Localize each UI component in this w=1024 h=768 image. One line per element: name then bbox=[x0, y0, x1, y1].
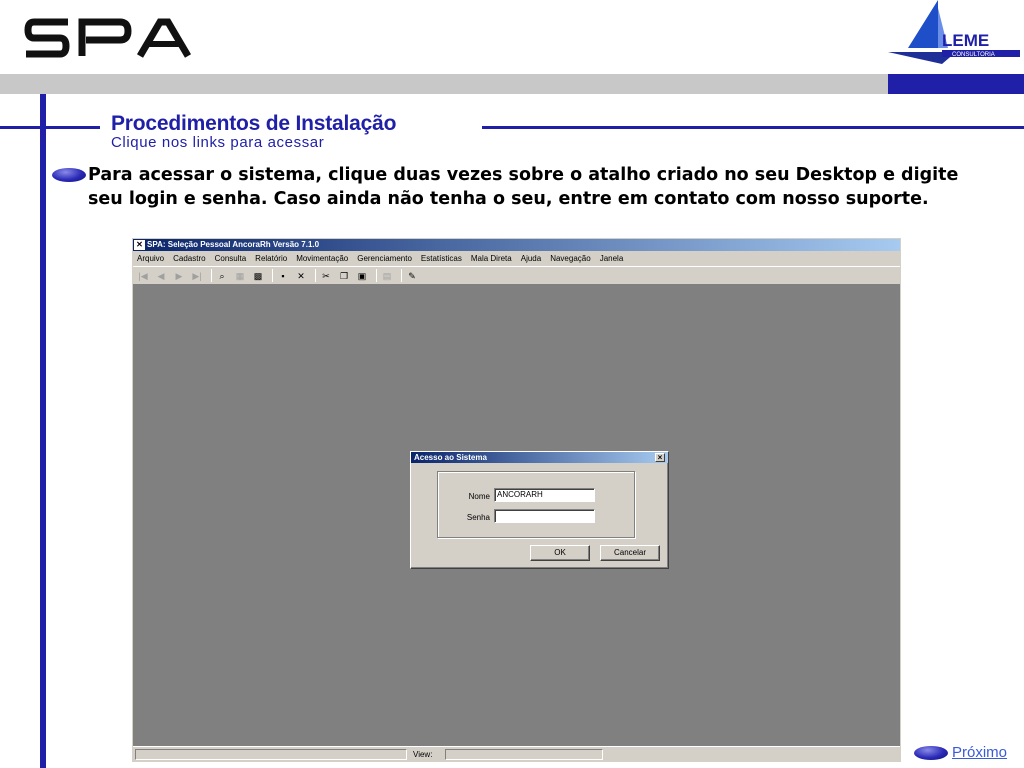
menu-movimentacao[interactable]: Movimentação bbox=[296, 254, 348, 263]
menu-janela[interactable]: Janela bbox=[600, 254, 624, 263]
next-record-icon[interactable]: ▶ bbox=[172, 270, 186, 282]
toolbar-separator bbox=[272, 269, 273, 282]
clear-filter-icon[interactable]: ▩ bbox=[251, 270, 265, 282]
first-record-icon[interactable]: |◀ bbox=[136, 270, 150, 282]
title-rule-left bbox=[0, 126, 100, 129]
login-group-box: Nome ANCORARH Senha bbox=[437, 471, 635, 538]
status-bar: View: bbox=[133, 746, 900, 761]
next-link[interactable]: Próximo bbox=[952, 744, 1007, 761]
menu-bar: Arquivo Cadastro Consulta Relatório Movi… bbox=[133, 251, 900, 266]
instruction-paragraph: Para acessar o sistema, clique duas veze… bbox=[88, 165, 959, 209]
app-titlebar: ✕ SPA: Seleção Pessoal AncoraRh Versão 7… bbox=[133, 239, 900, 251]
cut-icon[interactable]: ✂ bbox=[319, 270, 333, 282]
page-subtitle: Clique nos links para acessar bbox=[111, 134, 325, 151]
status-view-panel bbox=[445, 749, 603, 760]
app-icon: ✕ bbox=[134, 240, 145, 250]
leme-logo: LEME CONSULTORIA bbox=[888, 0, 1020, 64]
menu-cadastro[interactable]: Cadastro bbox=[173, 254, 205, 263]
cancel-button[interactable]: Cancelar bbox=[600, 545, 660, 561]
save-icon[interactable]: ▪ bbox=[276, 270, 290, 282]
app-title-text: SPA: Seleção Pessoal AncoraRh Versão 7.1… bbox=[147, 240, 320, 249]
close-icon[interactable]: × bbox=[655, 453, 665, 462]
menu-consulta[interactable]: Consulta bbox=[215, 254, 247, 263]
menu-mala-direta[interactable]: Mala Direta bbox=[471, 254, 512, 263]
menu-relatorio[interactable]: Relatório bbox=[255, 254, 287, 263]
dialog-titlebar: Acesso ao Sistema × bbox=[411, 452, 668, 463]
toolbar-separator bbox=[401, 269, 402, 282]
toolbar: |◀ ◀ ▶ ▶| ⌕ ▦ ▩ ▪ ✕ ✂ ❐ ▣ ▤ ✎ bbox=[133, 266, 900, 285]
menu-estatisticas[interactable]: Estatísticas bbox=[421, 254, 462, 263]
menu-arquivo[interactable]: Arquivo bbox=[137, 254, 164, 263]
login-dialog: Acesso ao Sistema × Nome ANCORARH Senha … bbox=[410, 451, 669, 569]
toolbar-separator bbox=[211, 269, 212, 282]
dialog-title: Acesso ao Sistema bbox=[414, 453, 487, 462]
toolbar-separator bbox=[315, 269, 316, 282]
copy-icon[interactable]: ❐ bbox=[337, 270, 351, 282]
prev-record-icon[interactable]: ◀ bbox=[154, 270, 168, 282]
left-vertical-rule bbox=[40, 94, 46, 768]
ok-button[interactable]: OK bbox=[530, 545, 590, 561]
svg-text:LEME: LEME bbox=[942, 31, 989, 50]
print-icon[interactable]: ▤ bbox=[380, 270, 394, 282]
menu-gerenciamento[interactable]: Gerenciamento bbox=[357, 254, 412, 263]
edit-icon[interactable]: ✎ bbox=[405, 270, 419, 282]
last-record-icon[interactable]: ▶| bbox=[190, 270, 204, 282]
nome-label: Nome bbox=[468, 492, 490, 501]
toolbar-separator bbox=[376, 269, 377, 282]
paste-icon[interactable]: ▣ bbox=[355, 270, 369, 282]
menu-navegacao[interactable]: Navegação bbox=[550, 254, 590, 263]
senha-field[interactable] bbox=[494, 509, 595, 523]
delete-icon[interactable]: ✕ bbox=[294, 270, 308, 282]
menu-ajuda[interactable]: Ajuda bbox=[521, 254, 541, 263]
filter-icon[interactable]: ▦ bbox=[233, 270, 247, 282]
spa-logo bbox=[24, 18, 192, 58]
nome-field[interactable]: ANCORARH bbox=[494, 488, 595, 502]
header-band bbox=[0, 74, 1024, 94]
senha-label: Senha bbox=[466, 513, 490, 522]
search-icon[interactable]: ⌕ bbox=[215, 270, 229, 282]
status-panel bbox=[135, 749, 407, 760]
header-accent-block bbox=[888, 74, 1024, 94]
status-view-label: View: bbox=[413, 750, 433, 759]
bullet-icon bbox=[52, 168, 86, 182]
title-rule-right bbox=[482, 126, 1024, 129]
next-bullet-icon bbox=[914, 746, 948, 760]
page-title: Procedimentos de Instalação bbox=[111, 112, 397, 135]
svg-text:CONSULTORIA: CONSULTORIA bbox=[952, 52, 995, 58]
